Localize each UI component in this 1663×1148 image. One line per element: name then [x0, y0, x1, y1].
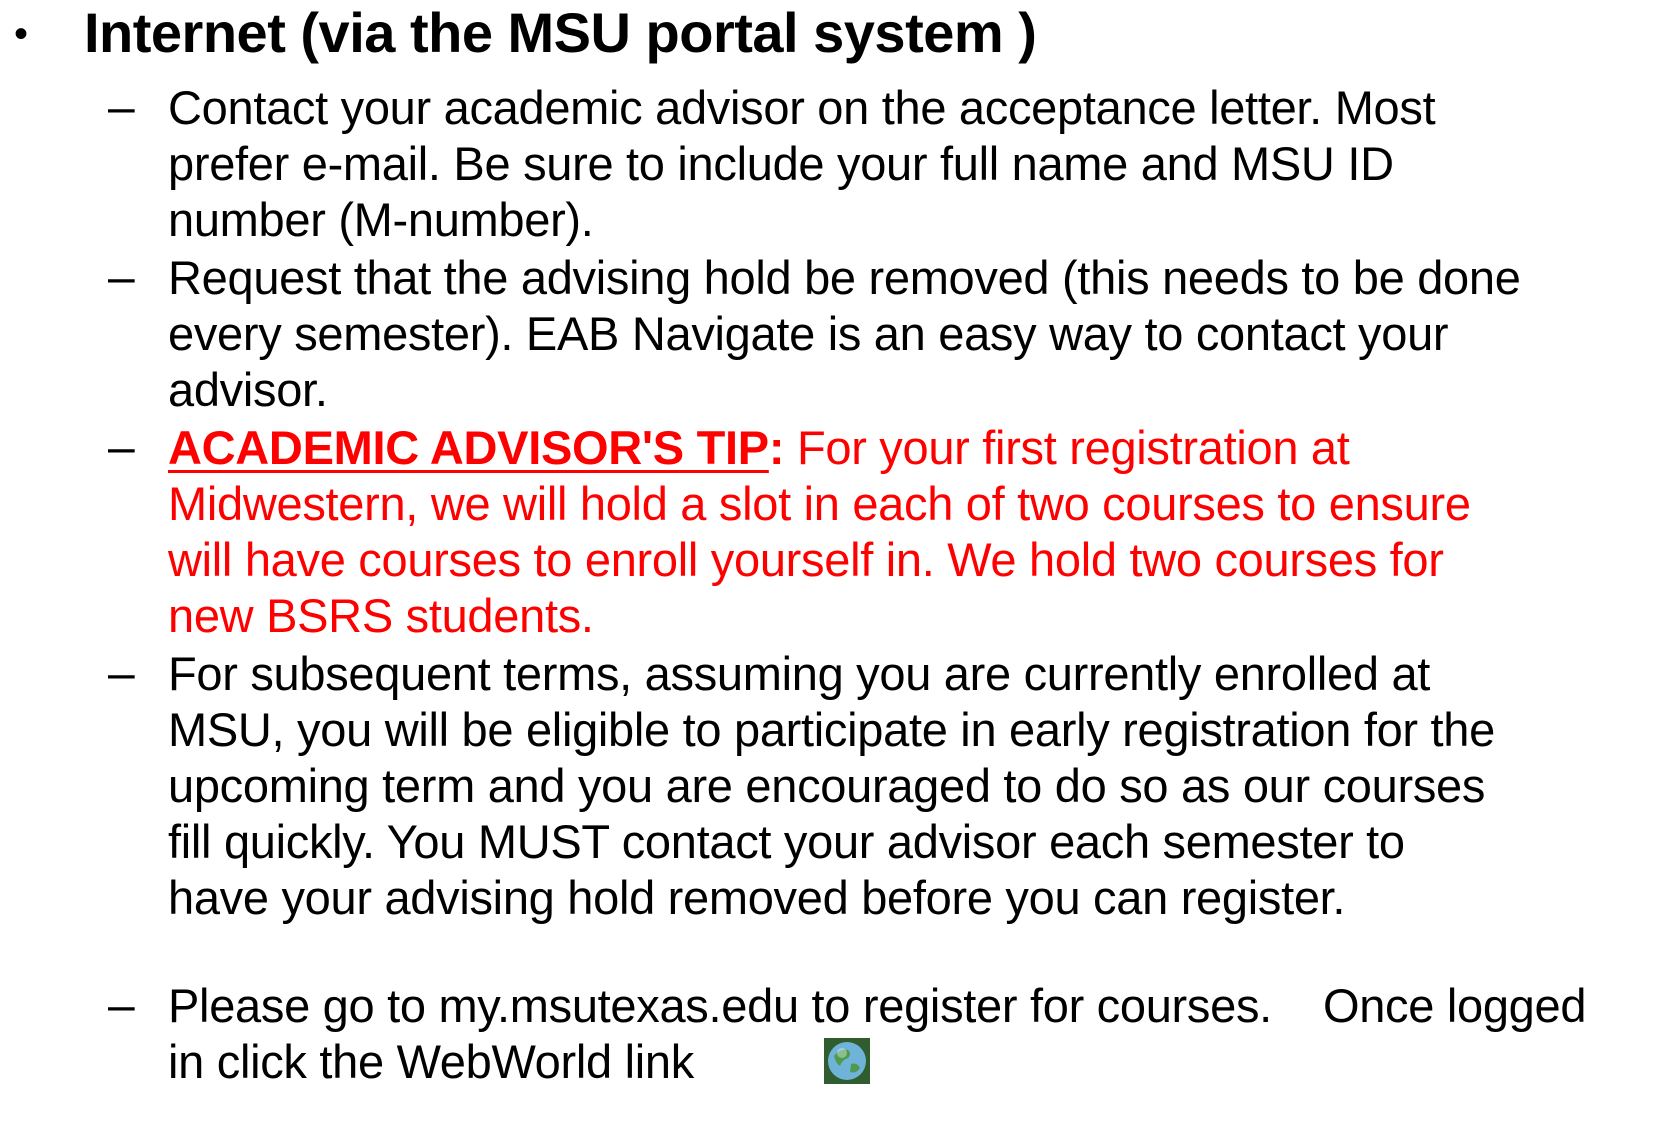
sub-item-text: Please go to my.msutexas.edu to register…	[168, 978, 1588, 1090]
dash-marker: –	[108, 251, 135, 304]
sub-item-text: Request that the advising hold be remove…	[168, 251, 1521, 416]
advisor-tip-text: ACADEMIC ADVISOR'S TIP: For your first r…	[168, 420, 1528, 644]
slide: • Internet (via the MSU portal system ) …	[0, 0, 1663, 1148]
tip-label: ACADEMIC ADVISOR'S TIP	[168, 421, 769, 474]
globe-icon[interactable]	[823, 1038, 870, 1084]
sub-item-text: For subsequent terms, assuming you are c…	[168, 647, 1495, 924]
dash-marker: –	[108, 647, 135, 700]
tip-colon: :	[768, 421, 785, 474]
bullet-marker: •	[14, 12, 29, 56]
heading: Internet (via the MSU portal system )	[84, 1, 1037, 64]
dash-marker: –	[108, 421, 135, 474]
dash-marker: –	[108, 81, 135, 134]
dash-marker: –	[108, 979, 135, 1032]
register-text: Please go to my.msutexas.edu to register…	[168, 979, 1599, 1088]
sub-item-text: Contact your academic advisor on the acc…	[168, 81, 1436, 246]
